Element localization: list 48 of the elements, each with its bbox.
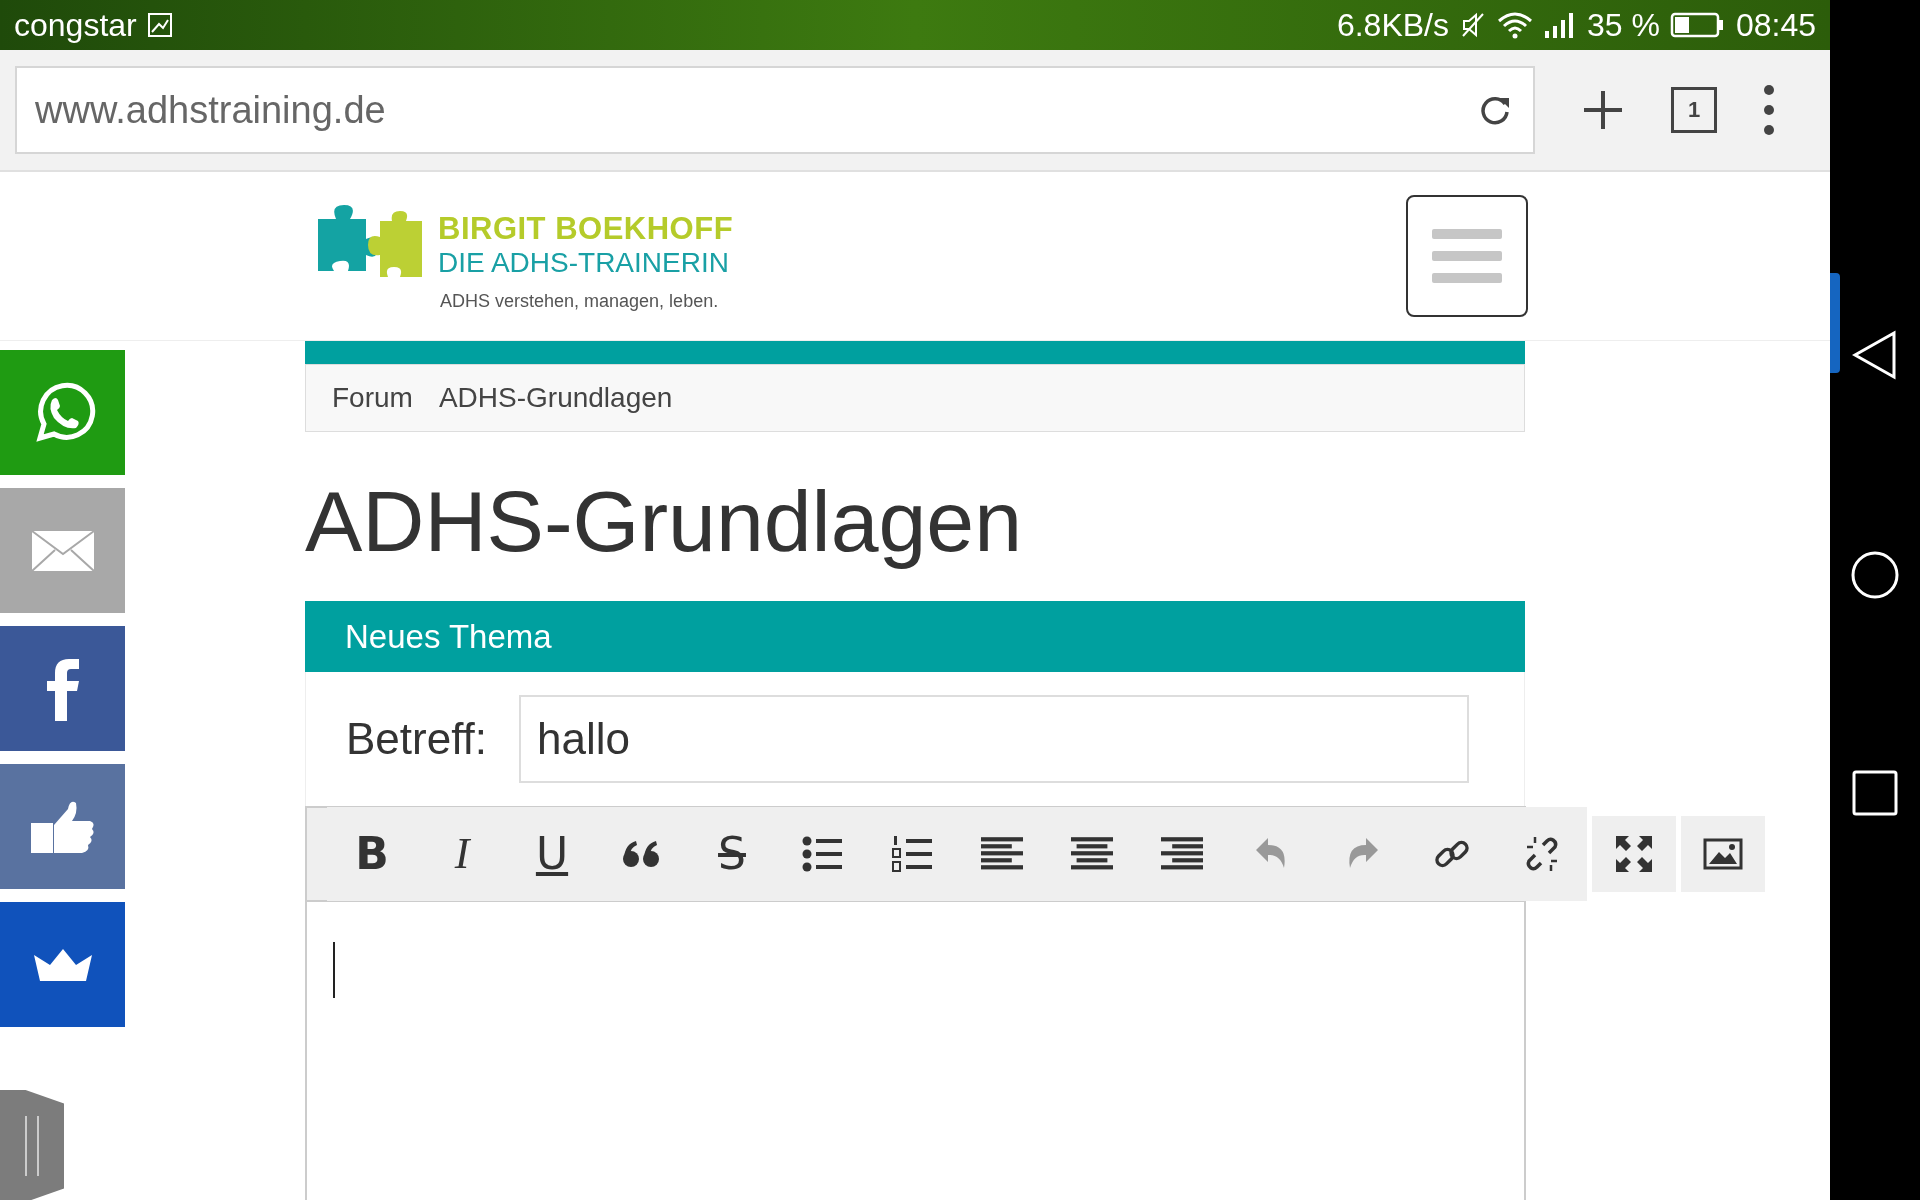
home-icon[interactable] <box>1850 550 1900 600</box>
facebook-share-button[interactable] <box>0 626 125 751</box>
like-button[interactable] <box>0 764 125 889</box>
quote-icon <box>622 839 662 869</box>
battery-icon <box>1669 12 1726 38</box>
logo-name: BIRGIT BOEKHOFF <box>438 210 734 247</box>
whatsapp-share-button[interactable] <box>0 350 125 475</box>
menu-button[interactable] <box>1406 195 1528 317</box>
fullscreen-icon <box>1614 834 1654 874</box>
subject-label: Betreff: <box>346 714 488 764</box>
envelope-icon <box>30 529 95 572</box>
logo-subtitle: DIE ADHS-TRAINERIN <box>438 246 730 279</box>
fullscreen-button[interactable] <box>1592 816 1676 892</box>
breadcrumb-link[interactable]: ADHS-Grundlagen <box>438 382 673 414</box>
align-right-icon <box>1161 837 1203 871</box>
italic-button[interactable]: I <box>417 807 507 901</box>
align-left-icon <box>981 837 1023 871</box>
new-tab-icon[interactable] <box>1581 88 1625 132</box>
align-center-icon <box>1071 837 1113 871</box>
muted-speaker-icon <box>1459 11 1487 39</box>
subject-field[interactable]: hallo <box>519 695 1470 783</box>
carrier-name: congstar <box>14 6 137 44</box>
image-button[interactable] <box>1681 816 1765 892</box>
strikethrough-button[interactable]: S <box>687 807 777 901</box>
bullet-list-icon <box>802 836 842 872</box>
image-icon <box>146 12 173 38</box>
unlink-button[interactable] <box>1497 807 1587 901</box>
logo-tagline: ADHS verstehen, managen, leben. <box>439 290 720 312</box>
image-icon <box>1703 838 1743 870</box>
recent-apps-icon[interactable] <box>1852 770 1898 816</box>
battery-percent: 35 % <box>1587 6 1660 44</box>
bold-button[interactable]: B <box>327 807 417 901</box>
clock: 08:45 <box>1735 6 1816 44</box>
network-speed: 6.8KB/s <box>1336 6 1449 44</box>
breadcrumb-link[interactable]: Forum <box>332 382 413 414</box>
underline-button[interactable]: U <box>507 807 597 901</box>
form-header: Neues Thema <box>305 601 1525 672</box>
address-bar[interactable]: www.adhstraining.de <box>15 66 1535 154</box>
wifi-icon <box>1497 11 1533 39</box>
more-options-icon[interactable] <box>1763 84 1775 136</box>
back-icon[interactable] <box>1852 330 1898 380</box>
tab-count-button[interactable]: 1 <box>1671 87 1717 133</box>
facebook-icon <box>46 656 79 721</box>
page-title: ADHS-Grundlagen <box>305 472 1024 571</box>
crown-button[interactable] <box>0 902 125 1027</box>
side-handle[interactable] <box>0 1090 64 1200</box>
numbered-list-icon <box>892 835 932 873</box>
crown-icon <box>31 948 94 981</box>
